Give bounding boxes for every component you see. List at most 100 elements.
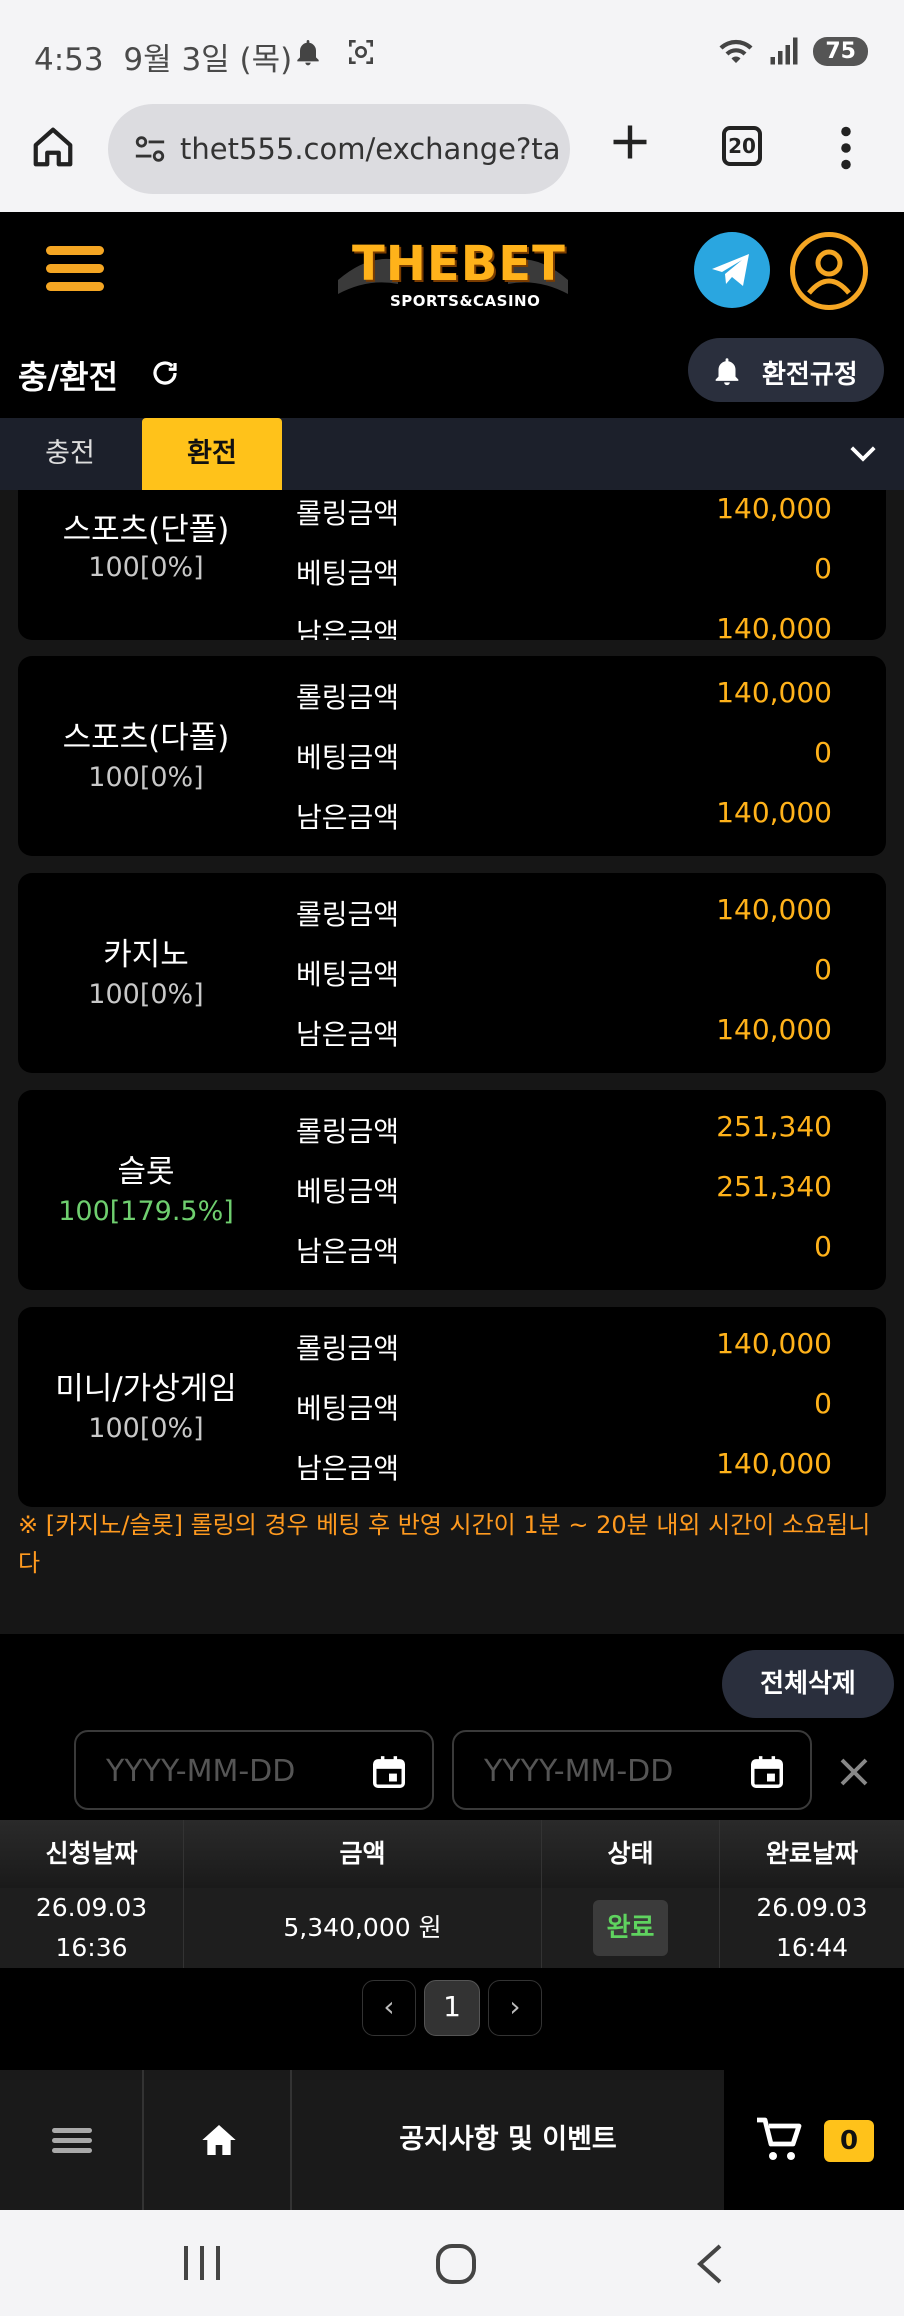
rolling-card: 카지노 100[0%] 롤링금액 140,000 베팅금액 0 남은금액 140… bbox=[18, 873, 886, 1073]
url-text: thet555.com/exchange?tab= bbox=[180, 132, 560, 166]
rolling-label: 롤링금액 bbox=[296, 1332, 400, 1365]
calendar-icon[interactable] bbox=[370, 1752, 408, 1792]
betting-value: 0 bbox=[814, 552, 832, 585]
rolling-card: 스포츠(단폴) 100[0%] 롤링금액 140,000 베팅금액 0 남은금액… bbox=[18, 490, 886, 640]
remaining-value: 140,000 bbox=[716, 1447, 832, 1480]
home-button-icon[interactable] bbox=[434, 2242, 478, 2286]
refresh-icon[interactable] bbox=[150, 358, 180, 388]
status-date: 9월 3일 (목) bbox=[123, 42, 293, 78]
amount-cell: 5,340,000 원 bbox=[184, 1888, 542, 1968]
col-status: 상태 bbox=[542, 1820, 720, 1888]
status-badge: 완료 bbox=[592, 1900, 669, 1956]
user-account-button[interactable] bbox=[790, 232, 868, 310]
col-amount: 금액 bbox=[184, 1820, 542, 1888]
rolling-label: 롤링금액 bbox=[296, 497, 400, 530]
delete-all-button[interactable]: 전체삭제 bbox=[722, 1650, 894, 1718]
table-row[interactable]: 26.09.03 16:36 5,340,000 원 완료 26.09.03 16:… bbox=[0, 1888, 904, 1968]
logo-brand: THEBET bbox=[352, 236, 566, 292]
bottom-nav: 공지사항 및 이벤트 0 bbox=[0, 2070, 904, 2210]
remaining-label: 남은금액 bbox=[296, 1452, 400, 1485]
user-icon bbox=[807, 249, 851, 295]
card-ratio: 100[0%] bbox=[88, 1413, 204, 1444]
remaining-value: 140,000 bbox=[716, 796, 832, 829]
remaining-label: 남은금액 bbox=[296, 801, 400, 834]
logo-sub: SPORTS&CASINO bbox=[390, 292, 541, 310]
end-date-placeholder: YYYY-MM-DD bbox=[484, 1754, 674, 1789]
wifi-icon bbox=[719, 39, 753, 63]
browser-toolbar: thet555.com/exchange?tab= 20 bbox=[0, 100, 904, 212]
card-name: 스포츠(단폴) bbox=[62, 512, 230, 548]
complete-date: 26.09.03 bbox=[756, 1893, 868, 1922]
rolling-status-list: 스포츠(단폴) 100[0%] 롤링금액 140,000 베팅금액 0 남은금액… bbox=[0, 490, 904, 1634]
bottom-menu-button[interactable] bbox=[0, 2070, 144, 2210]
request-date: 26.09.03 bbox=[35, 1893, 148, 1922]
request-time: 16:36 bbox=[55, 1933, 128, 1962]
next-page-button[interactable]: › bbox=[488, 1980, 542, 2036]
bet-slip-button[interactable]: 0 bbox=[724, 2070, 904, 2210]
betting-label: 베팅금액 bbox=[296, 741, 400, 774]
rolling-card: 스포츠(다폴) 100[0%] 롤링금액 140,000 베팅금액 0 남은금액… bbox=[18, 656, 886, 856]
rolling-label: 롤링금액 bbox=[296, 898, 400, 931]
status-cell: 완료 bbox=[542, 1888, 720, 1968]
betting-value: 0 bbox=[814, 953, 832, 986]
end-date-field[interactable]: YYYY-MM-DD bbox=[452, 1730, 812, 1810]
card-name: 스포츠(다폴) bbox=[62, 720, 230, 756]
cart-icon bbox=[757, 2117, 802, 2160]
menu-icon[interactable] bbox=[46, 246, 104, 300]
screenshot-icon bbox=[349, 40, 373, 64]
browser-home-icon[interactable] bbox=[30, 124, 76, 170]
start-date-field[interactable]: YYYY-MM-DD bbox=[74, 1730, 434, 1810]
card-name: 미니/가상게임 bbox=[55, 1371, 237, 1407]
notice-events-button[interactable]: 공지사항 및 이벤트 bbox=[292, 2070, 724, 2210]
betting-value: 0 bbox=[814, 1387, 832, 1420]
betting-value: 0 bbox=[814, 736, 832, 769]
remaining-value: 140,000 bbox=[716, 612, 832, 640]
calendar-icon[interactable] bbox=[748, 1752, 786, 1792]
tab-exchange[interactable]: 환전 bbox=[142, 418, 282, 490]
betting-label: 베팅금액 bbox=[296, 958, 400, 991]
betting-value: 251,340 bbox=[716, 1170, 832, 1203]
rolling-value: 251,340 bbox=[716, 1110, 832, 1143]
page-title-row: 충/환전 환전규정 bbox=[0, 334, 904, 418]
address-bar[interactable]: thet555.com/exchange?tab= bbox=[108, 104, 570, 194]
card-ratio: 100[0%] bbox=[88, 979, 204, 1010]
signal-icon bbox=[770, 37, 798, 65]
request-datetime: 26.09.03 16:36 bbox=[0, 1888, 184, 1968]
cart-count-badge: 0 bbox=[824, 2120, 874, 2162]
card-name: 슬롯 bbox=[117, 1154, 175, 1190]
chevron-down-icon[interactable] bbox=[848, 442, 878, 466]
system-navigation-bar bbox=[0, 2210, 904, 2316]
prev-page-button[interactable]: ‹ bbox=[362, 1980, 416, 2036]
betting-label: 베팅금액 bbox=[296, 1175, 400, 1208]
site-header: THEBET SPORTS&CASINO bbox=[0, 212, 904, 334]
remaining-value: 140,000 bbox=[716, 1013, 832, 1046]
rolling-value: 140,000 bbox=[716, 492, 832, 525]
more-options-icon[interactable] bbox=[838, 126, 854, 170]
recent-apps-icon[interactable] bbox=[180, 2244, 224, 2284]
bottom-home-button[interactable] bbox=[146, 2070, 292, 2210]
tab-bar: 충전 환전 bbox=[0, 418, 904, 490]
tab-charge[interactable]: 충전 bbox=[0, 418, 140, 490]
exchange-rules-button[interactable]: 환전규정 bbox=[688, 338, 884, 402]
rolling-card: 미니/가상게임 100[0%] 롤링금액 140,000 베팅금액 0 남은금액… bbox=[18, 1307, 886, 1507]
back-icon[interactable] bbox=[692, 2242, 728, 2286]
rolling-value: 140,000 bbox=[716, 893, 832, 926]
site-settings-icon[interactable] bbox=[132, 132, 168, 166]
betting-label: 베팅금액 bbox=[296, 557, 400, 590]
tab-switcher-button[interactable]: 20 bbox=[722, 126, 762, 166]
status-time: 4:53 9월 3일 (목) bbox=[34, 42, 293, 78]
telegram-button[interactable] bbox=[694, 232, 770, 308]
bell-icon bbox=[297, 40, 319, 66]
rolling-value: 140,000 bbox=[716, 1327, 832, 1360]
card-ratio: 100[0%] bbox=[88, 552, 204, 583]
card-name: 카지노 bbox=[103, 937, 189, 973]
bell-icon bbox=[715, 358, 739, 386]
status-bar: 4:53 9월 3일 (목) 75 bbox=[0, 0, 904, 100]
thebet-logo[interactable]: THEBET SPORTS&CASINO bbox=[338, 234, 568, 314]
complete-time: 16:44 bbox=[775, 1933, 849, 1962]
new-tab-icon[interactable] bbox=[608, 120, 652, 164]
close-icon[interactable] bbox=[836, 1754, 872, 1790]
remaining-label: 남은금액 bbox=[296, 1235, 400, 1268]
card-ratio: 100[0%] bbox=[88, 762, 204, 793]
page-number-button[interactable]: 1 bbox=[424, 1980, 480, 2036]
